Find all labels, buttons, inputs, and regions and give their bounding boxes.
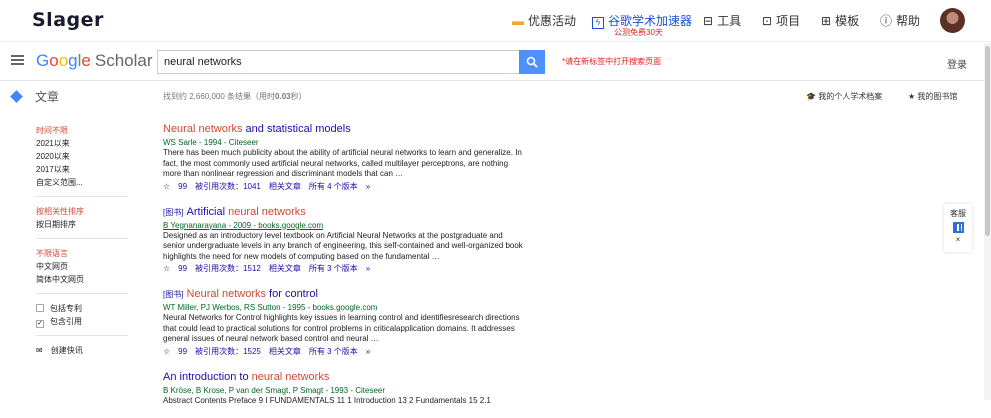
include-patents[interactable]: 包括专利 — [36, 302, 136, 315]
gift-icon: ▬ — [512, 13, 524, 28]
filter-sidebar: 时间不限 2021以来 2020以来 2017以来 自定义范围... 按相关性排… — [36, 124, 136, 357]
qr-code-icon[interactable] — [952, 222, 964, 233]
result-title[interactable]: [图书] Neural networks for control — [163, 287, 523, 302]
save-star-icon[interactable]: ☆ — [163, 264, 170, 273]
versions-link[interactable]: 所有 3 个版本 — [309, 347, 358, 356]
search-button[interactable] — [519, 50, 545, 74]
more-icon[interactable]: » — [366, 347, 370, 356]
scrollbar-thumb[interactable] — [985, 46, 990, 236]
nav-projects[interactable]: ⊡ 项目 — [762, 12, 800, 29]
graduation-cap-icon: 🎓 — [806, 92, 816, 101]
cite-quote-icon[interactable]: 99 — [178, 182, 187, 191]
accelerator-note: 公测免费30天 — [614, 28, 663, 37]
result-title[interactable]: Neural networks and statistical models — [163, 122, 523, 137]
grid-icon: ⊞ — [821, 13, 832, 28]
result-count: 找到约 2,660,000 条结果（用时0.03秒） — [163, 92, 307, 101]
cite-quote-icon[interactable]: 99 — [178, 347, 187, 356]
result-snippet: Designed as an introductory level textbo… — [163, 230, 523, 261]
articles-tab[interactable]: 文章 — [10, 88, 59, 105]
briefcase-icon: ⊟ — [703, 13, 714, 28]
nav-promotions[interactable]: ▬ 优惠活动 — [512, 12, 576, 29]
nav-tools[interactable]: ⊟ 工具 — [703, 12, 741, 29]
result-snippet: Neural Networks for Control highlights k… — [163, 313, 520, 343]
time-custom[interactable]: 自定义范围... — [36, 176, 136, 189]
divider — [36, 189, 128, 197]
new-tab-note: *请在新标签中打开搜索页面 — [562, 57, 662, 66]
more-icon[interactable]: » — [366, 264, 370, 273]
customer-service-label: 客服 — [950, 209, 966, 218]
user-avatar[interactable] — [940, 8, 965, 33]
lang-simplified[interactable]: 简体中文网页 — [36, 273, 136, 286]
close-icon[interactable]: × — [944, 235, 972, 244]
cited-by-link[interactable]: 被引用次数：1525 — [195, 347, 261, 356]
result-snippet: There has been much publicity about the … — [163, 148, 522, 178]
create-alert[interactable]: ✉ 创建快讯 — [36, 344, 136, 357]
result-meta: WT Miller, PJ Werbos, RS Sutton - 1995 -… — [163, 303, 378, 312]
divider — [36, 286, 128, 294]
time-2020[interactable]: 2020以来 — [36, 150, 136, 163]
versions-link[interactable]: 所有 4 个版本 — [309, 182, 358, 191]
result-actions: ☆ 99 被引用次数：1041 相关文章 所有 4 个版本 » — [163, 181, 523, 193]
nav-templates[interactable]: ⊞ 模板 — [821, 12, 859, 29]
related-link[interactable]: 相关文章 — [269, 347, 301, 356]
divider — [36, 328, 128, 336]
save-star-icon[interactable]: ☆ — [163, 347, 170, 356]
related-link[interactable]: 相关文章 — [269, 264, 301, 273]
save-star-icon[interactable]: ☆ — [163, 182, 170, 191]
divider — [36, 231, 128, 239]
sort-relevance[interactable]: 按相关性排序 — [36, 205, 136, 218]
result-meta: WS Sarle - 1994 - Citeseer — [163, 138, 259, 147]
document-icon: ⊡ — [762, 13, 773, 28]
result-item: An introduction to neural networks B Krö… — [163, 370, 523, 407]
more-icon[interactable]: » — [366, 182, 370, 191]
result-title[interactable]: An introduction to neural networks — [163, 370, 523, 385]
star-icon: ★ — [908, 92, 916, 101]
time-any[interactable]: 时间不限 — [36, 124, 136, 137]
brand-logo[interactable]: Slager — [32, 9, 104, 31]
citations-checkbox[interactable]: ✓ — [36, 320, 44, 328]
help-icon: ⓘ — [880, 14, 893, 28]
cited-by-link[interactable]: 被引用次数：1041 — [195, 182, 261, 191]
articles-icon — [10, 90, 23, 103]
lang-chinese[interactable]: 中文网页 — [36, 260, 136, 273]
result-actions: ☆ 99 被引用次数：1525 相关文章 所有 3 个版本 » — [163, 346, 523, 358]
my-library-link[interactable]: ★ 我的图书馆 — [908, 91, 957, 102]
menu-icon[interactable] — [11, 55, 24, 65]
sort-date[interactable]: 按日期排序 — [36, 218, 136, 231]
result-snippet: Abstract Contents Preface 9 I FUNDAMENTA… — [163, 395, 491, 405]
result-meta: B Yegnanarayana - 2009 - books.google.co… — [163, 220, 324, 230]
result-item: [图书] Neural networks for control WT Mill… — [163, 287, 523, 358]
result-item: Neural networks and statistical models W… — [163, 122, 523, 193]
result-item: [图书] Artificial neural networks B Yegnan… — [163, 205, 523, 276]
bolt-icon: ϟ — [592, 17, 604, 29]
time-2021[interactable]: 2021以来 — [36, 137, 136, 150]
mail-icon: ✉ — [36, 346, 43, 355]
google-scholar-logo[interactable]: Google Scholar — [36, 51, 153, 71]
nav-scholar-accelerator[interactable]: ϟ 谷歌学术加速器 公测免费30天 — [592, 12, 692, 37]
patents-checkbox[interactable] — [36, 304, 44, 312]
result-meta: B Kröse, B Krose, P van der Smagt, P Sma… — [163, 385, 386, 395]
results-header: 文章 找到约 2,660,000 条结果（用时0.03秒） 🎓 我的个人学术档案… — [0, 84, 985, 108]
versions-link[interactable]: 所有 3 个版本 — [309, 264, 358, 273]
cited-by-link[interactable]: 被引用次数：1512 — [195, 264, 261, 273]
lang-any[interactable]: 不限语言 — [36, 247, 136, 260]
my-profile-link[interactable]: 🎓 我的个人学术档案 — [806, 91, 882, 102]
include-citations[interactable]: ✓ 包含引用 — [36, 315, 136, 328]
login-link[interactable]: 登录 — [947, 56, 967, 71]
result-actions: ☆ 99 被引用次数：1512 相关文章 所有 3 个版本 » — [163, 263, 523, 275]
scholar-header: Google Scholar — [0, 43, 985, 81]
time-2017[interactable]: 2017以来 — [36, 163, 136, 176]
top-bar: Slager ▬ 优惠活动 ϟ 谷歌学术加速器 公测免费30天 ⊟ 工具 ⊡ 项目… — [0, 0, 991, 42]
related-link[interactable]: 相关文章 — [269, 182, 301, 191]
search-icon — [526, 56, 538, 68]
result-title[interactable]: [图书] Artificial neural networks — [163, 205, 523, 220]
nav-help[interactable]: ⓘ 帮助 — [880, 12, 920, 29]
cite-quote-icon[interactable]: 99 — [178, 264, 187, 273]
search-input[interactable] — [157, 50, 519, 74]
customer-service-widget[interactable]: 客服 × — [944, 204, 972, 252]
results-list: Neural networks and statistical models W… — [163, 122, 523, 418]
